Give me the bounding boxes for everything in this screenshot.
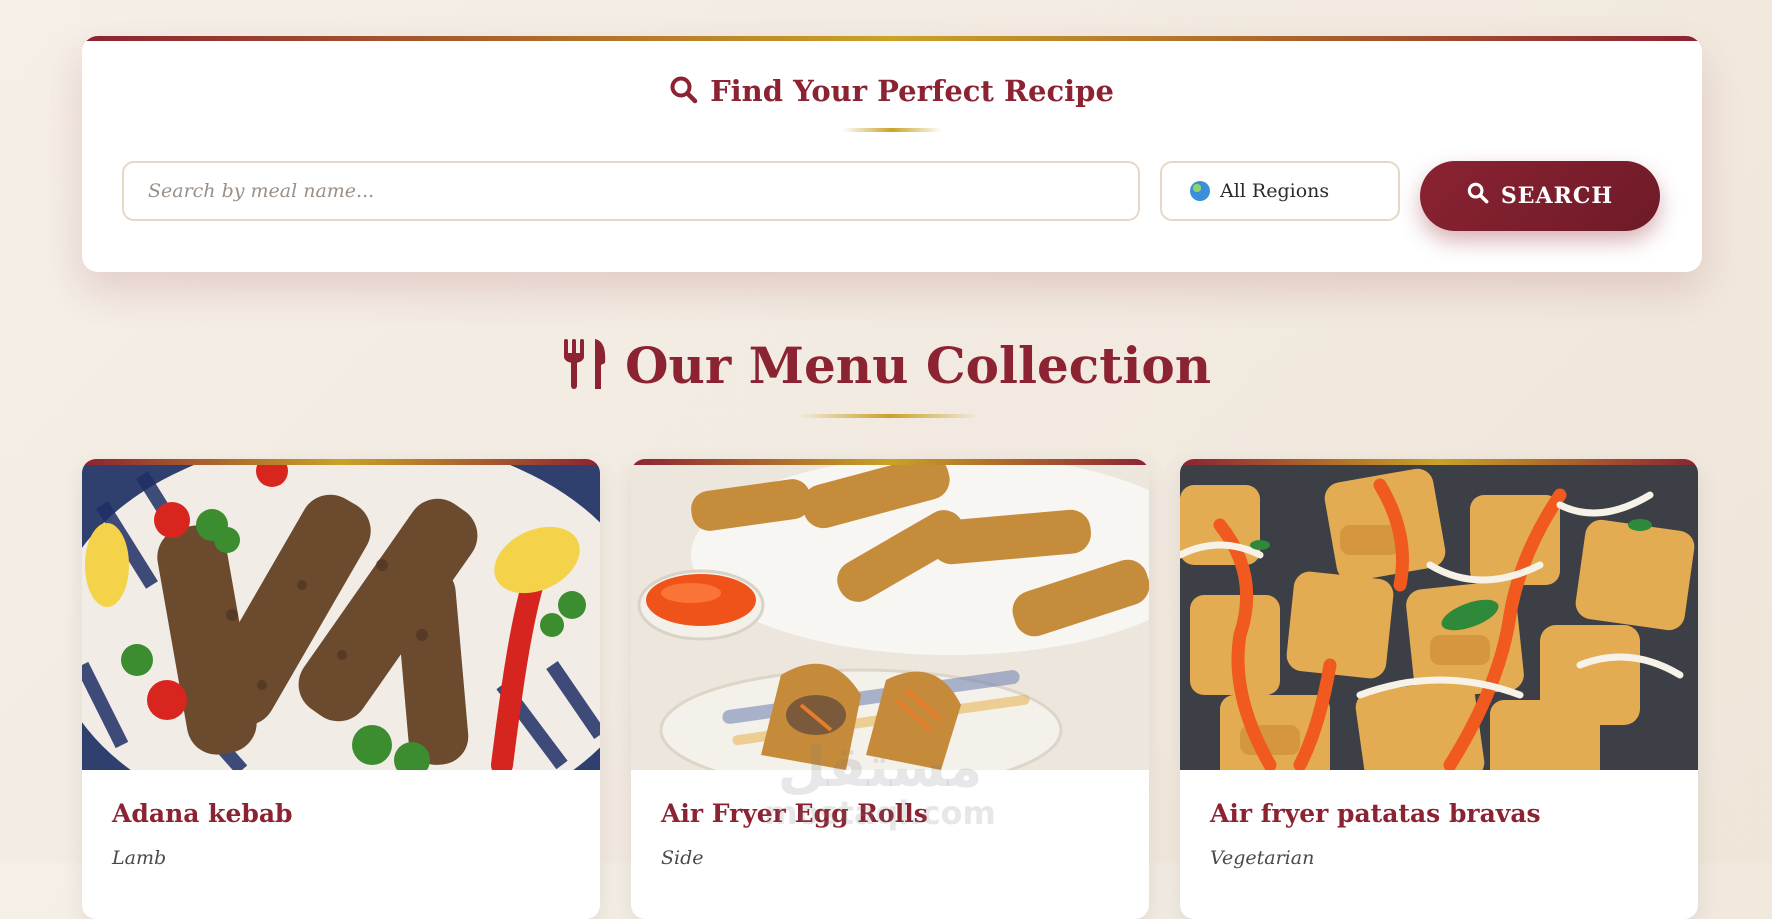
search-button[interactable]: SEARCH (1420, 161, 1660, 231)
search-heading-underline (842, 128, 942, 132)
search-icon (1467, 182, 1489, 210)
card-category: Lamb (112, 847, 167, 869)
card-image-air-fryer-egg-rolls (631, 465, 1149, 770)
menu-card[interactable]: Air Fryer Egg Rolls Side (631, 459, 1149, 919)
menu-card[interactable]: Air fryer patatas bravas Vegetarian (1180, 459, 1698, 919)
region-select[interactable]: All Regions (1160, 161, 1400, 221)
card-image-air-fryer-patatas-bravas (1180, 465, 1698, 770)
card-image-adana-kebab (82, 465, 600, 770)
card-title: Air Fryer Egg Rolls (661, 799, 928, 828)
menu-heading-underline (798, 414, 980, 418)
menu-heading-text: Our Menu Collection (624, 336, 1212, 395)
search-button-label: SEARCH (1500, 183, 1614, 209)
region-select-value: All Regions (1220, 180, 1330, 202)
card-category: Vegetarian (1210, 847, 1315, 869)
search-heading: Find Your Perfect Recipe (82, 74, 1702, 111)
search-input[interactable] (122, 161, 1140, 221)
search-heading-text: Find Your Perfect Recipe (710, 74, 1114, 108)
menu-card[interactable]: Adana kebab Lamb (82, 459, 600, 919)
utensils-icon (561, 339, 609, 401)
card-title: Adana kebab (112, 799, 293, 828)
search-panel: Find Your Perfect Recipe All Regions SEA… (82, 36, 1702, 272)
search-panel-accent-bar (82, 36, 1702, 41)
menu-heading: Our Menu Collection (0, 336, 1772, 401)
card-category: Side (661, 847, 704, 869)
card-accent-bar (82, 459, 600, 465)
card-title: Air fryer patatas bravas (1210, 799, 1541, 828)
search-icon (670, 76, 698, 111)
globe-icon (1190, 181, 1210, 201)
card-accent-bar (631, 459, 1149, 465)
card-accent-bar (1180, 459, 1698, 465)
